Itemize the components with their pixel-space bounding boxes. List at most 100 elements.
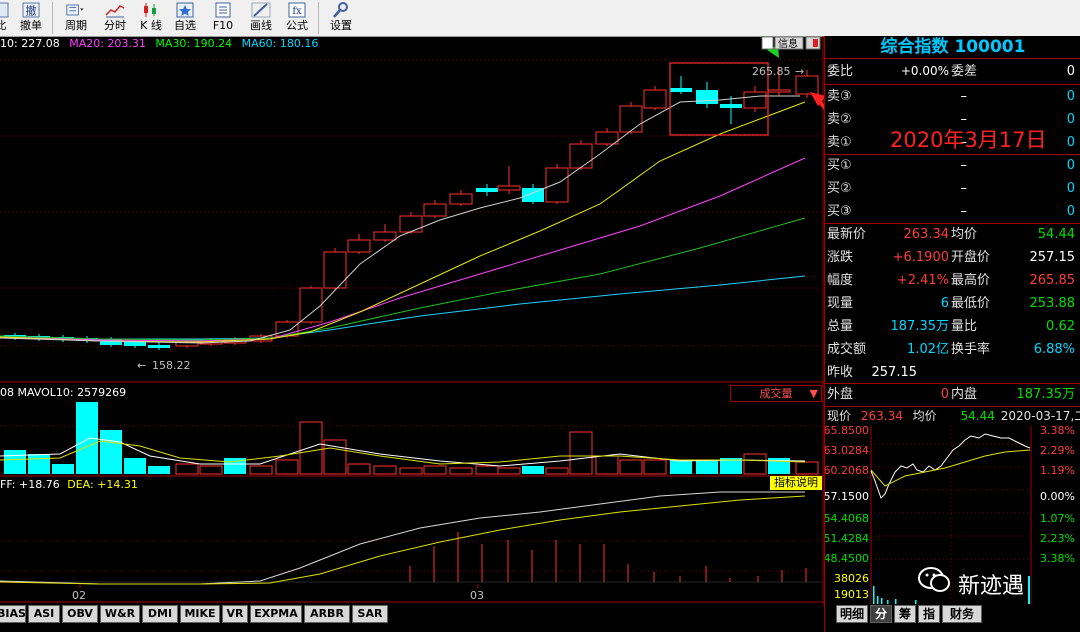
stat-row: 幅度 +2.41% 最高价 265.85 (827, 273, 1075, 288)
tab-wr[interactable]: W&R (100, 605, 140, 623)
tab-sar[interactable]: SAR (352, 605, 388, 623)
mini-left-axis-label: 57.1500 (825, 490, 869, 503)
low-price-label: 158.22 (152, 359, 191, 372)
formula-icon: fx (288, 2, 306, 18)
ma30-legend: MA30: 190.24 (155, 37, 233, 50)
tab-finance[interactable]: 财务 (942, 605, 982, 623)
sell-row[interactable]: 卖③ – 0 (825, 85, 1077, 108)
candle-body (595, 131, 619, 145)
kline-icon (144, 3, 156, 17)
date-annotation: 2020年3月17日 (890, 128, 1047, 152)
info-doc-icon[interactable] (761, 36, 774, 50)
volume-bar (4, 450, 26, 474)
draw-line-icon (251, 2, 271, 18)
buy-row[interactable]: 买① – 0 (825, 154, 1077, 177)
kline-button[interactable]: K 线 (134, 0, 168, 36)
volume-bar (475, 465, 499, 475)
dropdown-icon: ▼ (809, 387, 818, 400)
mini-left-axis-label: 38026 (834, 572, 869, 585)
tab-asi[interactable]: ASI (28, 605, 60, 623)
settings-button[interactable]: 设置 (324, 0, 358, 36)
volume-bar (199, 465, 223, 475)
tab-arbr[interactable]: ARBR (304, 605, 350, 623)
volume-bar (249, 465, 273, 475)
volume-bar (52, 464, 74, 474)
volume-bar (449, 467, 473, 475)
mini-intraday-chart[interactable]: 65.8500 63.0284 60.2068 57.1500 54.4068 51.42… (825, 426, 1080, 604)
volume-bar (175, 463, 199, 475)
volume-indicator-button[interactable]: 成交量 ▼ (730, 385, 822, 402)
candle-body (347, 239, 371, 253)
volume-bar (373, 465, 397, 475)
tab-index[interactable]: 指 (918, 605, 940, 623)
stat-row: 现量 6 最低价 253.88 (827, 296, 1075, 311)
ma60-legend: MA60: 180.16 (241, 37, 319, 50)
volume-bar (522, 466, 544, 474)
volume-bar (743, 453, 767, 475)
mini-right-axis-label: 2.29% (1040, 444, 1075, 457)
candle-body (545, 167, 569, 203)
tab-expma[interactable]: EXPMA (250, 605, 302, 623)
indicator-help-button[interactable]: 指标说明 (770, 476, 822, 490)
mini-right-axis-label: 1.19% (1040, 464, 1075, 477)
candle-body (643, 89, 667, 109)
exit-icon-mark (813, 39, 818, 47)
toolbar-separator (52, 2, 53, 34)
separator (825, 406, 1080, 407)
tab-mike[interactable]: MIKE (180, 605, 220, 623)
tab-obv[interactable]: OBV (62, 605, 98, 623)
cancel-order-button[interactable]: 撤 撤单 (14, 0, 48, 36)
tab-vr[interactable]: VR (222, 605, 248, 623)
mini-left-axis: 65.8500 63.0284 60.2068 57.1500 54.4068 51.42… (825, 426, 869, 601)
timeshare-button[interactable]: 分时 (98, 0, 132, 36)
volume-bar (28, 454, 50, 474)
cancel-order-icon: 撤 (22, 2, 40, 18)
mini-right-axis-label: 3.38% (1040, 426, 1075, 437)
tab-chips[interactable]: 筹 (894, 605, 916, 623)
volume-bar (347, 463, 371, 475)
candle-body (148, 345, 170, 348)
mini-left-axis-label: 63.0284 (825, 444, 869, 457)
candle-body (619, 105, 643, 133)
stat-row: 昨收 257.15 (827, 365, 917, 380)
volume-bar (423, 465, 447, 475)
buy-row[interactable]: 买② – 0 (825, 177, 1077, 200)
tab-minute[interactable]: 分 (870, 605, 892, 623)
high-arrow-icon: → (795, 65, 804, 78)
ma20-line (0, 157, 806, 342)
partial-icon (0, 2, 9, 18)
candle-body (743, 91, 767, 109)
f10-button[interactable]: F10 (206, 0, 240, 36)
candle-body (795, 75, 819, 95)
tab-dmi[interactable]: DMI (142, 605, 178, 623)
mini-left-axis-label: 60.2068 (825, 464, 869, 477)
high-price-label: 265.85 (752, 65, 791, 78)
tab-detail[interactable]: 明细 (836, 605, 868, 623)
info-tab-label: 信息 (778, 37, 798, 50)
watchlist-button[interactable]: 自选 (168, 0, 202, 36)
mini-right-axis-label: 2.23% (1040, 532, 1075, 545)
tab-bias[interactable]: BIAS (0, 605, 26, 623)
cancel-order-glyph: 撤 (26, 4, 37, 18)
volume-bar (670, 460, 692, 474)
candle-body (299, 287, 323, 323)
volume-bar (643, 459, 667, 475)
mini-left-axis-label: 51.4284 (825, 532, 869, 545)
stat-row: 最新价 263.34 均价 54.44 (827, 227, 1075, 242)
chart-area[interactable]: 265.85 → ← 158.22 信息 02 03 (0, 36, 824, 606)
candle-body (569, 143, 593, 169)
mini-left-axis-label: 54.4068 (825, 512, 869, 525)
period-button[interactable]: 周期 (58, 0, 94, 36)
buy-row[interactable]: 买③ – 0 (825, 200, 1077, 223)
watchlist-icon (176, 2, 194, 18)
formula-button[interactable]: fx 公式 (280, 0, 314, 36)
mini-chart-header: 现价 263.34 均价 54.44 2020-03-17,二 (827, 409, 1080, 423)
weibi-row: 委比 +0.00% 委差 0 (827, 64, 1075, 79)
draw-line-button[interactable]: 画线 (244, 0, 278, 36)
volume-bar (545, 467, 569, 475)
ma-legend: 10: 227.08 MA20: 203.31 MA30: 190.24 MA6… (0, 37, 318, 51)
candle-body (670, 88, 692, 92)
period-icon (66, 4, 84, 16)
stat-row: 涨跌 +6.1900 开盘价 257.15 (827, 250, 1075, 265)
candle-body (399, 215, 423, 233)
